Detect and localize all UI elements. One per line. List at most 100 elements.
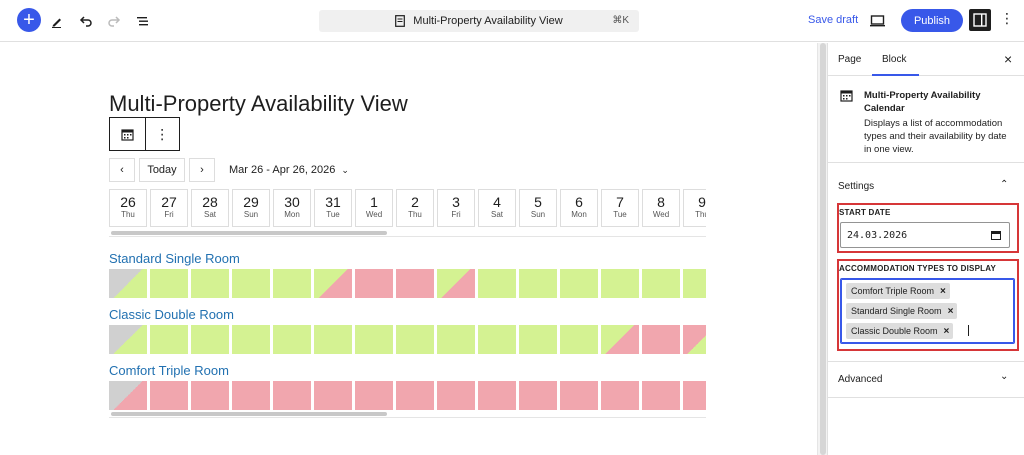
document-overview-button[interactable] (130, 8, 156, 34)
availability-cell[interactable] (478, 269, 516, 298)
availability-cell[interactable] (642, 381, 680, 410)
availability-cell[interactable] (191, 269, 229, 298)
availability-cell[interactable] (314, 325, 352, 354)
availability-cell[interactable] (683, 269, 706, 298)
availability-cell[interactable] (396, 269, 434, 298)
availability-cell[interactable] (273, 325, 311, 354)
availability-cell[interactable] (191, 325, 229, 354)
availability-cell[interactable] (601, 325, 639, 354)
availability-cell[interactable] (437, 325, 475, 354)
availability-cell[interactable] (232, 325, 270, 354)
availability-cell[interactable] (601, 381, 639, 410)
remove-token-button[interactable]: × (948, 306, 954, 317)
tools-button[interactable] (44, 8, 70, 34)
availability-cell[interactable] (560, 325, 598, 354)
availability-cell[interactable] (355, 269, 393, 298)
tab-page[interactable]: Page (838, 54, 861, 65)
preview-button[interactable] (864, 8, 890, 34)
command-shortcut: ⌘K (612, 15, 629, 26)
availability-cell[interactable] (437, 269, 475, 298)
token: Standard Single Room × (846, 303, 958, 319)
availability-cell[interactable] (478, 381, 516, 410)
day-header: 9Thu (683, 189, 706, 227)
day-header: 5 Sun (519, 189, 557, 227)
scrollbar-thumb[interactable] (111, 231, 387, 235)
availability-cell[interactable] (191, 381, 229, 410)
availability-cell[interactable] (150, 269, 188, 298)
day-number: 29 (243, 194, 259, 210)
settings-sidebar: Page Block × Multi-Property Availability… (827, 43, 1024, 455)
day-of-week: Thu (695, 210, 706, 219)
day-of-week: Sat (203, 210, 216, 219)
calendar-picker-icon[interactable] (991, 231, 1001, 240)
day-number: 5 (534, 194, 542, 210)
availability-cell[interactable] (396, 325, 434, 354)
day-of-week: Thu (408, 210, 422, 219)
block-options-button[interactable]: ⋮ (144, 118, 180, 150)
calendar-horizontal-scrollbar[interactable] (109, 230, 706, 237)
add-block-button[interactable]: + (17, 8, 41, 32)
availability-cell[interactable] (109, 325, 147, 354)
post-title[interactable]: Multi-Property Availability View (109, 91, 408, 117)
availability-cell[interactable] (396, 381, 434, 410)
availability-cell[interactable] (601, 269, 639, 298)
document-bar[interactable]: Multi-Property Availability View ⌘K (319, 10, 639, 32)
day-number: 7 (616, 194, 624, 210)
save-draft-button[interactable]: Save draft (808, 14, 858, 26)
availability-cell[interactable] (314, 269, 352, 298)
undo-button[interactable] (73, 8, 99, 34)
availability-cell[interactable] (273, 381, 311, 410)
date-range-dropdown[interactable]: Mar 26 - Apr 26, 2026 ⌄ (229, 164, 349, 176)
availability-cell[interactable] (355, 325, 393, 354)
next-button[interactable]: › (189, 158, 215, 182)
scrollbar-thumb[interactable] (820, 43, 826, 455)
scrollbar-thumb[interactable] (111, 412, 387, 416)
availability-cell[interactable] (150, 381, 188, 410)
settings-toggle-button[interactable] (969, 9, 991, 31)
publish-button[interactable]: Publish (901, 9, 963, 32)
today-button[interactable]: Today (139, 158, 185, 182)
availability-cell[interactable] (273, 269, 311, 298)
token-label: Classic Double Room (851, 326, 938, 336)
room-title[interactable]: Standard Single Room (109, 251, 240, 266)
availability-cell[interactable] (519, 381, 557, 410)
remove-token-button[interactable]: × (940, 286, 946, 297)
availability-cell[interactable] (314, 381, 352, 410)
availability-cell[interactable] (232, 381, 270, 410)
settings-title: Settings (838, 181, 875, 192)
options-menu-button[interactable]: ⋮ (1000, 10, 1014, 30)
availability-cell[interactable] (560, 269, 598, 298)
availability-cell[interactable] (437, 381, 475, 410)
close-sidebar-button[interactable]: × (1004, 51, 1012, 67)
availability-cell[interactable] (232, 269, 270, 298)
availability-cell[interactable] (683, 325, 706, 354)
availability-cell[interactable] (683, 381, 706, 410)
availability-cell[interactable] (355, 381, 393, 410)
calendar-horizontal-scrollbar[interactable] (109, 411, 706, 418)
previous-button[interactable]: ‹ (109, 158, 135, 182)
availability-cell[interactable] (519, 325, 557, 354)
availability-cell[interactable] (519, 269, 557, 298)
availability-cell[interactable] (109, 269, 147, 298)
availability-cell[interactable] (150, 325, 188, 354)
room-title[interactable]: Classic Double Room (109, 307, 234, 322)
token-label: Comfort Triple Room (851, 286, 935, 296)
availability-cell[interactable] (109, 381, 147, 410)
day-of-week: Sun (530, 210, 546, 219)
room-title[interactable]: Comfort Triple Room (109, 363, 229, 378)
day-number: 9 (698, 194, 706, 210)
start-date-input[interactable]: 24.03.2026 (840, 222, 1010, 248)
chevron-up-icon: ⌃ (1000, 179, 1009, 190)
canvas-vertical-scrollbar[interactable] (817, 43, 827, 455)
block-type-button[interactable] (110, 118, 145, 150)
tab-block[interactable]: Block (882, 54, 906, 65)
remove-token-button[interactable]: × (944, 326, 950, 337)
accommodation-types-input[interactable]: Comfort Triple Room × Standard Single Ro… (840, 278, 1015, 344)
redo-button[interactable] (101, 8, 127, 34)
availability-cell[interactable] (560, 381, 598, 410)
sidebar-icon (973, 13, 987, 27)
availability-cell[interactable] (642, 269, 680, 298)
day-number: 8 (657, 194, 665, 210)
availability-cell[interactable] (642, 325, 680, 354)
availability-cell[interactable] (478, 325, 516, 354)
